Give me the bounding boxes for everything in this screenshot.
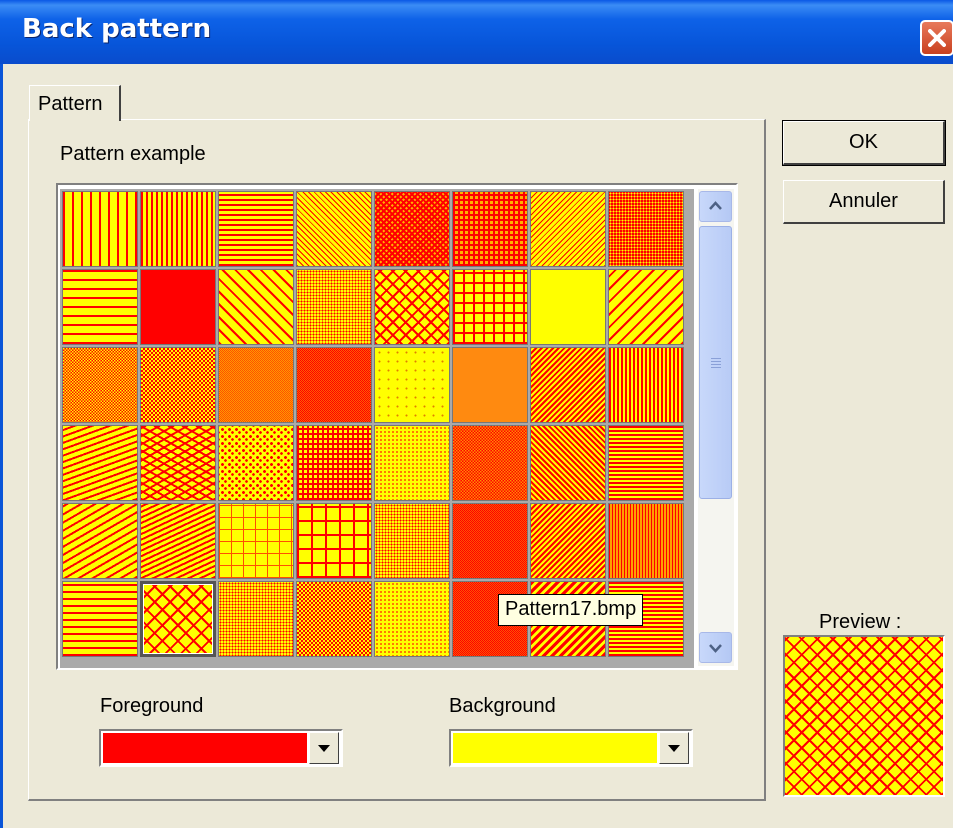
pattern-cell[interactable] (374, 347, 450, 423)
background-color-select[interactable] (449, 729, 693, 767)
pattern-example-label: Pattern example (60, 143, 206, 165)
pattern-cell[interactable] (452, 347, 528, 423)
pattern-cell[interactable] (62, 503, 138, 579)
chevron-down-icon (709, 644, 722, 653)
pattern-cell[interactable] (530, 503, 606, 579)
background-color-swatch (453, 733, 657, 763)
tab-pattern[interactable]: Pattern (29, 85, 121, 121)
pattern-cell[interactable] (296, 581, 372, 657)
pattern-cell[interactable] (140, 425, 216, 501)
chevron-up-icon (709, 201, 722, 210)
pattern-cell[interactable] (452, 425, 528, 501)
title-bar: Back pattern (0, 0, 953, 64)
preview-label: Preview : (819, 611, 902, 633)
pattern-cell[interactable] (608, 425, 684, 501)
pattern-cell[interactable] (530, 347, 606, 423)
pattern-cell[interactable] (62, 191, 138, 267)
pattern-cell[interactable] (296, 503, 372, 579)
close-button[interactable] (920, 20, 953, 56)
pattern-cell[interactable] (62, 269, 138, 345)
pattern-cell[interactable] (218, 503, 294, 579)
foreground-color-select[interactable] (99, 729, 343, 767)
pattern-cell[interactable] (374, 269, 450, 345)
pattern-cell[interactable] (62, 347, 138, 423)
pattern-cell[interactable] (608, 347, 684, 423)
pattern-cell[interactable] (608, 503, 684, 579)
foreground-label: Foreground (100, 695, 204, 717)
vertical-scrollbar[interactable] (698, 189, 734, 666)
pattern-cell[interactable] (296, 269, 372, 345)
pattern-cell[interactable] (140, 191, 216, 267)
scroll-thumb[interactable] (699, 226, 732, 499)
pattern-cell[interactable] (608, 191, 684, 267)
scroll-down-button[interactable] (699, 632, 732, 663)
scroll-up-button[interactable] (699, 191, 732, 222)
ok-button[interactable]: OK (782, 120, 946, 166)
pattern-cell[interactable] (218, 425, 294, 501)
window-border (0, 64, 3, 828)
pattern-cell[interactable] (530, 191, 606, 267)
pattern-cell[interactable] (62, 581, 138, 657)
pattern-cell[interactable] (374, 503, 450, 579)
pattern-cell[interactable] (218, 191, 294, 267)
close-icon (928, 29, 946, 47)
tab-pattern-label: Pattern (38, 93, 103, 115)
pattern-cell[interactable] (140, 581, 216, 657)
pattern-cell[interactable] (374, 191, 450, 267)
pattern-tooltip: Pattern17.bmp (498, 594, 644, 626)
pattern-cell[interactable] (608, 269, 684, 345)
pattern-cell[interactable] (140, 269, 216, 345)
pattern-cell[interactable] (374, 581, 450, 657)
pattern-cell[interactable] (452, 269, 528, 345)
pattern-cell[interactable] (218, 347, 294, 423)
pattern-cell[interactable] (218, 581, 294, 657)
pattern-cell[interactable] (296, 191, 372, 267)
pattern-cell[interactable] (452, 503, 528, 579)
background-dropdown-button[interactable] (659, 732, 689, 764)
pattern-cell[interactable] (452, 191, 528, 267)
cancel-button[interactable]: Annuler (783, 180, 945, 224)
pattern-cell[interactable] (296, 425, 372, 501)
background-label: Background (449, 695, 556, 717)
pattern-cell[interactable] (296, 347, 372, 423)
pattern-cell[interactable] (530, 425, 606, 501)
pattern-cell[interactable] (218, 269, 294, 345)
dropdown-arrow-icon (318, 745, 330, 752)
dropdown-arrow-icon (668, 745, 680, 752)
pattern-cell[interactable] (140, 347, 216, 423)
pattern-cell[interactable] (62, 425, 138, 501)
pattern-cell[interactable] (140, 503, 216, 579)
pattern-preview (783, 635, 945, 797)
pattern-cell[interactable] (374, 425, 450, 501)
window-title: Back pattern (22, 14, 212, 44)
foreground-dropdown-button[interactable] (309, 732, 339, 764)
foreground-color-swatch (103, 733, 307, 763)
pattern-cell[interactable] (530, 269, 606, 345)
